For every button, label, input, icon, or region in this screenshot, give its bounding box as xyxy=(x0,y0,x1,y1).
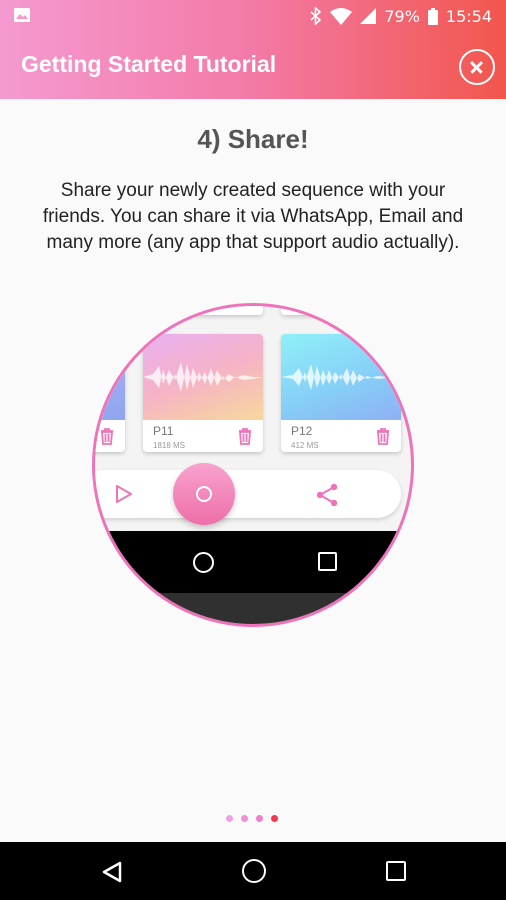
back-icon[interactable] xyxy=(100,860,124,884)
trash-icon xyxy=(377,428,389,445)
app-bar: Getting Started Tutorial xyxy=(0,32,506,99)
home-icon[interactable] xyxy=(242,859,266,883)
illustration-nav-bar xyxy=(95,531,411,593)
trash-icon xyxy=(239,428,251,445)
card-top-left xyxy=(143,306,263,315)
sample-card-p11: P11 1818 MS xyxy=(143,334,263,452)
close-icon[interactable] xyxy=(459,49,495,85)
play-icon xyxy=(116,485,132,503)
recents-icon[interactable] xyxy=(386,861,406,881)
share-icon xyxy=(316,483,338,507)
card-name: P11 xyxy=(153,424,174,438)
tutorial-screen: 79% 15:54 Getting Started Tutorial 4) Sh… xyxy=(0,0,506,900)
step-description: Share your newly created sequence with y… xyxy=(42,180,464,253)
trash-icon xyxy=(101,428,113,445)
image-icon xyxy=(14,8,30,22)
card-name: P12 xyxy=(291,424,313,438)
page-dot-active[interactable] xyxy=(271,815,278,822)
home-icon xyxy=(193,552,214,573)
waveform-icon xyxy=(143,362,263,392)
battery-percent: 79% xyxy=(384,6,420,26)
step-title: 4) Share! xyxy=(197,124,309,154)
card-left xyxy=(95,334,125,452)
page-dot[interactable] xyxy=(241,815,248,822)
control-bar xyxy=(95,470,401,518)
status-icons: 79% 15:54 xyxy=(310,0,492,32)
page-dot[interactable] xyxy=(256,815,263,822)
card-duration: 412 MS xyxy=(291,441,319,450)
page-title: Getting Started Tutorial xyxy=(21,51,277,77)
wifi-icon xyxy=(330,7,353,25)
record-icon xyxy=(173,463,235,525)
recents-icon xyxy=(318,552,337,571)
page-indicator xyxy=(226,815,278,823)
status-bar: 79% 15:54 xyxy=(0,0,506,32)
tutorial-illustration: P11 1818 MS P12 412 MS xyxy=(92,303,414,627)
bluetooth-icon xyxy=(310,7,322,25)
header: 79% 15:54 Getting Started Tutorial xyxy=(0,0,506,99)
sample-card-p12: P12 412 MS xyxy=(281,334,401,452)
card-top-right xyxy=(281,306,401,315)
signal-icon xyxy=(360,8,377,24)
clock: 15:54 xyxy=(445,6,492,26)
page-dot[interactable] xyxy=(226,815,233,822)
card-duration: 1818 MS xyxy=(153,441,186,450)
illustration-bottom xyxy=(95,593,411,624)
waveform-icon xyxy=(281,364,401,390)
battery-icon xyxy=(427,7,438,25)
